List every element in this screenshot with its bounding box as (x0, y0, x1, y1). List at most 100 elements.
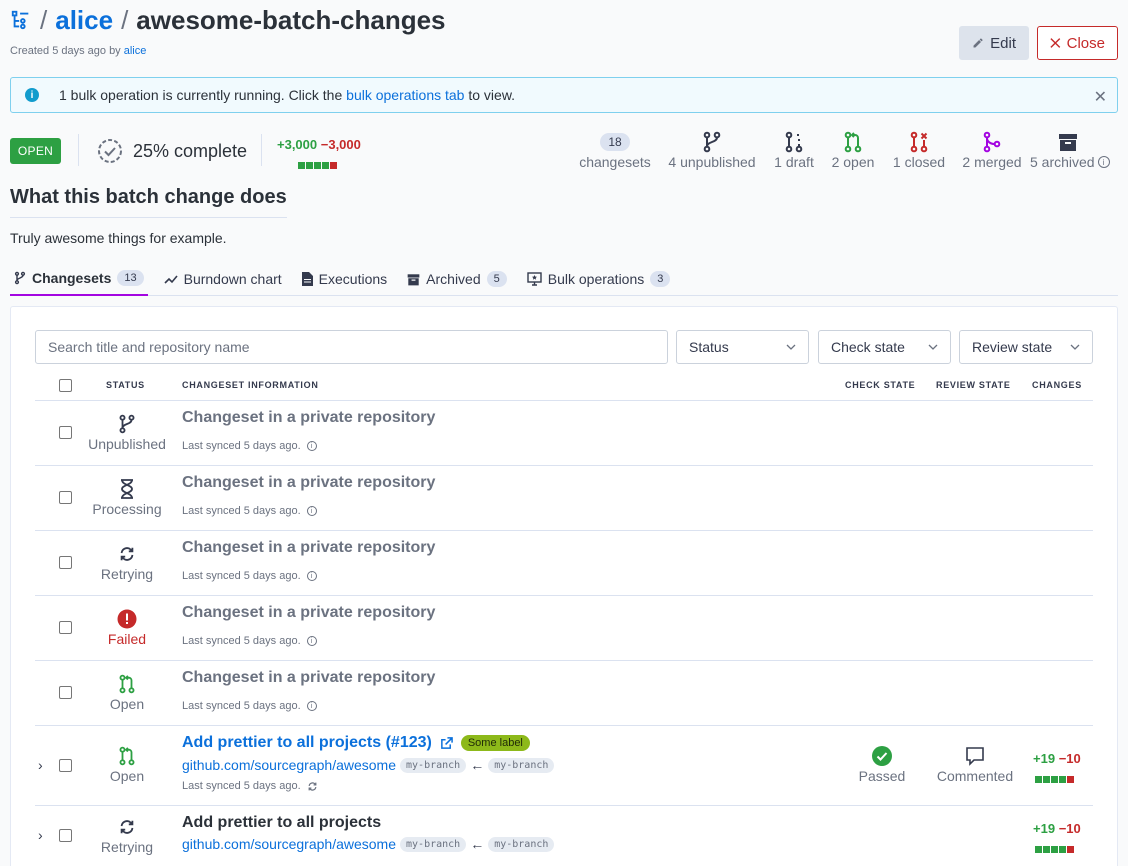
head-branch: my-branch (400, 757, 467, 773)
column-header-changes: CHANGES (1032, 380, 1082, 390)
creator-link[interactable]: alice (124, 45, 147, 57)
tab-bar: Changesets 13 Burndown chart Executions … (10, 262, 1118, 296)
tab-executions[interactable]: Executions (298, 262, 391, 296)
tab-changesets[interactable]: Changesets 13 (10, 262, 148, 296)
namespace-link[interactable]: alice (55, 5, 113, 36)
expand-chevron-icon[interactable]: › (38, 757, 43, 773)
info-icon[interactable]: i (306, 571, 317, 581)
info-icon[interactable]: i (306, 441, 317, 451)
expand-chevron-icon[interactable]: › (38, 827, 43, 843)
row-checkbox[interactable] (59, 759, 72, 772)
sync-info: Last synced 5 days ago. (182, 780, 318, 792)
bulk-operation-alert: i 1 bulk operation is currently running.… (10, 77, 1118, 113)
row-checkbox[interactable] (59, 829, 72, 842)
info-icon[interactable]: i (306, 506, 317, 516)
check-circle-icon (872, 746, 892, 766)
changeset-title-row: Add prettier to all projects (#123) Some… (182, 734, 530, 752)
stat-merged: 2 merged (958, 131, 1026, 170)
sync-info: Last synced 5 days ago. i (182, 440, 317, 452)
chart-line-icon (164, 275, 178, 284)
select-all-checkbox[interactable] (59, 379, 72, 392)
pull-request-closed-icon (910, 131, 928, 153)
pull-request-icon (119, 746, 135, 766)
changeset-title-link[interactable]: Add prettier to all projects (#123) (182, 734, 432, 752)
comment-icon (966, 747, 984, 766)
status-filter-select[interactable]: Status (676, 330, 809, 364)
sync-icon (120, 820, 134, 834)
archive-icon (1059, 134, 1077, 151)
branch-icon (703, 131, 721, 153)
diff-bar (1035, 840, 1081, 856)
stat-changesets: 18 changesets (579, 133, 651, 170)
row-checkbox[interactable] (59, 621, 72, 634)
page-header: / alice / awesome-batch-changes (10, 4, 446, 36)
chevron-down-icon (928, 344, 938, 350)
check-state-cell: Passed (837, 745, 927, 784)
column-header-check-state: CHECK STATE (845, 380, 916, 390)
chevron-down-icon (786, 344, 796, 350)
edit-button[interactable]: Edit (959, 26, 1029, 60)
batch-changes-icon[interactable] (10, 9, 32, 31)
row-checkbox[interactable] (59, 426, 72, 439)
divider (78, 134, 79, 166)
merge-icon (983, 131, 1001, 153)
column-header-info: CHANGESET INFORMATION (182, 380, 319, 390)
row-checkbox[interactable] (59, 686, 72, 699)
head-branch: my-branch (400, 836, 467, 852)
stat-unpublished: 4 unpublished (664, 131, 760, 170)
bulk-operations-link[interactable]: bulk operations tab (346, 87, 464, 103)
description-body: Truly awesome things for example. (10, 230, 227, 246)
status-cell: Processing (82, 478, 172, 517)
row-checkbox[interactable] (59, 556, 72, 569)
repo-link[interactable]: github.com/sourcegraph/awesome (182, 836, 396, 852)
tab-archived[interactable]: Archived 5 (403, 262, 511, 296)
stat-draft: 1 draft (770, 131, 818, 170)
base-branch: my-branch (488, 757, 555, 773)
status-cell: Retrying (82, 543, 172, 582)
state-badge: OPEN (10, 138, 61, 164)
tab-bulk-operations[interactable]: Bulk operations 3 (523, 262, 675, 296)
repo-info: github.com/sourcegraph/awesome my-branch… (182, 757, 555, 773)
diff-stat: +19 −10 (1033, 751, 1081, 786)
sync-info: Last synced 5 days ago. i (182, 505, 317, 517)
progress-summary: 25% complete (96, 137, 247, 165)
info-icon[interactable]: i (306, 636, 317, 646)
diff-bar (298, 156, 361, 172)
pencil-icon (973, 38, 983, 48)
pull-request-icon (119, 674, 135, 694)
arrow-left-icon: ← (470, 757, 485, 773)
repo-link[interactable]: github.com/sourcegraph/awesome (182, 757, 396, 773)
close-batch-change-button[interactable]: Close (1037, 26, 1118, 60)
sync-info: Last synced 5 days ago. i (182, 700, 317, 712)
stat-archived: 5 archived i (1030, 131, 1120, 170)
tab-burndown-chart[interactable]: Burndown chart (160, 262, 286, 296)
info-icon[interactable]: i (1097, 156, 1110, 168)
archive-icon (407, 273, 420, 285)
column-header-review-state: REVIEW STATE (936, 380, 1011, 390)
file-document-icon (301, 272, 313, 286)
sync-info: Last synced 5 days ago. i (182, 635, 317, 647)
status-cell: Open (82, 745, 172, 784)
external-link-icon[interactable] (440, 736, 453, 750)
chevron-down-icon (1070, 344, 1080, 350)
pull-request-icon (844, 131, 862, 153)
sync-icon[interactable] (307, 781, 318, 792)
branch-icon (119, 414, 135, 434)
review-state-filter-select[interactable]: Review state (959, 330, 1093, 364)
dismiss-alert-icon[interactable]: ✕ (1094, 87, 1107, 107)
changeset-title: Changeset in a private repository (182, 669, 436, 686)
status-cell: Failed (82, 608, 172, 647)
search-input[interactable]: Search title and repository name (35, 330, 668, 364)
draft-pr-icon (785, 131, 803, 153)
status-cell: Retrying (82, 816, 172, 855)
changeset-title: Changeset in a private repository (182, 539, 436, 556)
close-icon (1050, 38, 1061, 48)
hourglass-icon (121, 479, 133, 499)
changeset-title: Changeset in a private repository (182, 604, 436, 621)
diff-stat: +19 −10 (1033, 821, 1081, 856)
row-checkbox[interactable] (59, 491, 72, 504)
info-icon[interactable]: i (306, 701, 317, 711)
changeset-label: Some label (460, 735, 530, 751)
check-state-filter-select[interactable]: Check state (818, 330, 951, 364)
repo-info: github.com/sourcegraph/awesome my-branch… (182, 836, 555, 852)
